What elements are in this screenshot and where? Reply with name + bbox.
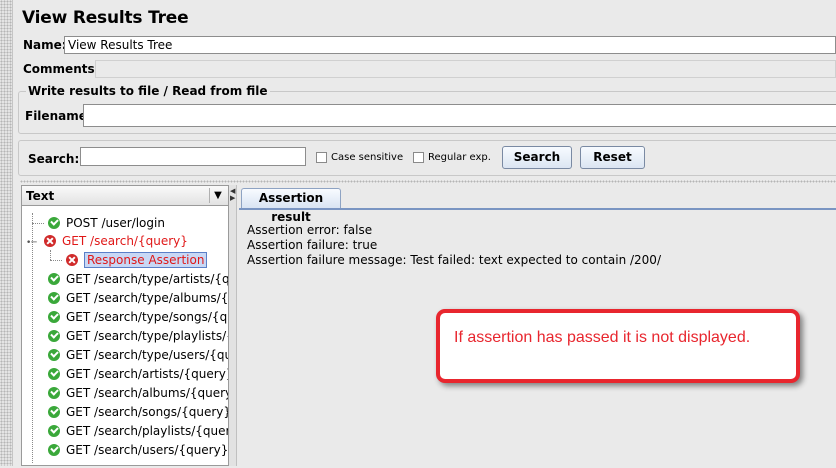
search-input[interactable] xyxy=(80,147,306,166)
tree-item-label: GET /search/albums/{query} xyxy=(66,386,229,400)
comments-input[interactable] xyxy=(95,60,836,78)
comments-label: Comments: xyxy=(23,62,100,76)
tree-item[interactable]: GET /search/type/playlists/{q xyxy=(48,327,229,345)
tree-item-label: GET /search/type/playlists/{q xyxy=(66,329,229,343)
tree-item[interactable]: GET /search/songs/{query} xyxy=(48,403,229,421)
expand-toggle-icon[interactable]: •─ xyxy=(26,234,44,252)
left-window-edge xyxy=(0,0,13,466)
search-label: Search: xyxy=(28,152,80,166)
tree-item-label: GET /search/type/artists/{que xyxy=(66,272,229,286)
search-button[interactable]: Search xyxy=(502,146,572,169)
tree-item[interactable]: GET /search/type/artists/{que xyxy=(48,270,229,288)
tree-item-label: POST /user/login xyxy=(66,216,165,230)
tree-guide-line xyxy=(50,250,51,260)
success-shield-icon xyxy=(48,406,60,418)
tree-item[interactable]: •─ GET /search/{query} xyxy=(26,232,188,250)
success-shield-icon xyxy=(48,217,60,229)
case-sensitive-label: Case sensitive xyxy=(331,152,404,163)
name-label: Name: xyxy=(23,38,67,52)
chevron-down-icon[interactable]: ▼ xyxy=(209,188,226,203)
tree-item-label: Response Assertion xyxy=(84,252,208,268)
regular-exp-label: Regular exp. xyxy=(428,152,491,163)
success-shield-icon xyxy=(48,425,60,437)
tree-item[interactable]: GET /search/type/albums/{qu xyxy=(48,289,229,307)
tree-item[interactable]: GET /search/albums/{query} xyxy=(48,384,229,402)
tree-item-label: GET /search/songs/{query} xyxy=(66,405,229,419)
page-title: View Results Tree xyxy=(22,8,189,28)
case-sensitive-checkbox[interactable] xyxy=(316,152,327,163)
error-shield-icon xyxy=(44,235,56,247)
tree-item[interactable]: GET /search/artists/{query} xyxy=(48,365,229,383)
tree-item[interactable]: GET /search/type/users/{que xyxy=(48,346,229,364)
tab-assertion-result[interactable]: Assertion result xyxy=(241,188,341,224)
success-shield-icon xyxy=(48,311,60,323)
tree-connector xyxy=(32,223,44,224)
success-shield-icon xyxy=(48,273,60,285)
filename-label: Filename xyxy=(25,109,87,123)
success-shield-icon xyxy=(48,292,60,304)
results-tree-panel: Text ▼ POST /user/login •─ GET /search/{q… xyxy=(21,185,229,466)
name-input[interactable]: View Results Tree xyxy=(64,36,836,54)
error-shield-icon xyxy=(66,254,78,266)
tree-item-label: GET /search/users/{query} xyxy=(66,443,229,457)
success-shield-icon xyxy=(48,444,60,456)
renderer-combo[interactable]: Text ▼ xyxy=(22,186,228,206)
reset-button[interactable]: Reset xyxy=(580,146,645,169)
assertion-failure-text: Assertion failure: true xyxy=(247,238,378,252)
assertion-failure-message-text: Assertion failure message: Test failed: … xyxy=(247,253,661,267)
vertical-split-divider[interactable]: ◀ ▶ xyxy=(229,185,236,466)
tree-item-label: GET /search/playlists/{query xyxy=(66,424,229,438)
tree-item[interactable]: GET /search/type/songs/{que xyxy=(48,308,229,326)
tree-connector xyxy=(50,260,62,261)
tree-item-label: GET /search/type/songs/{que xyxy=(66,310,229,324)
success-shield-icon xyxy=(48,387,60,399)
success-shield-icon xyxy=(48,330,60,342)
tree-item-label: GET /search/type/albums/{qu xyxy=(66,291,229,305)
success-shield-icon xyxy=(48,349,60,361)
horizontal-split-divider[interactable] xyxy=(20,180,836,183)
tree-item[interactable]: GET /search/users/{query} xyxy=(48,441,228,459)
split-arrows-icon[interactable]: ◀ ▶ xyxy=(230,188,235,202)
tree-item[interactable]: POST /user/login xyxy=(48,214,165,232)
tree-item-label: GET /search/artists/{query} xyxy=(66,367,229,381)
file-group-title: Write results to file / Read from file xyxy=(26,84,270,98)
tree-item[interactable]: GET /search/playlists/{query xyxy=(48,422,229,440)
success-shield-icon xyxy=(48,368,60,380)
filename-input[interactable] xyxy=(83,104,836,127)
tree-item-selected[interactable]: Response Assertion xyxy=(66,251,208,269)
tree-item-label: GET /search/{query} xyxy=(62,234,188,248)
regular-exp-checkbox[interactable] xyxy=(413,152,424,163)
assertion-error-text: Assertion error: false xyxy=(247,223,373,237)
renderer-combo-value: Text xyxy=(26,189,55,203)
annotation-callout: If assertion has passed it is not displa… xyxy=(436,309,800,383)
tree-item-label: GET /search/type/users/{que xyxy=(66,348,229,362)
